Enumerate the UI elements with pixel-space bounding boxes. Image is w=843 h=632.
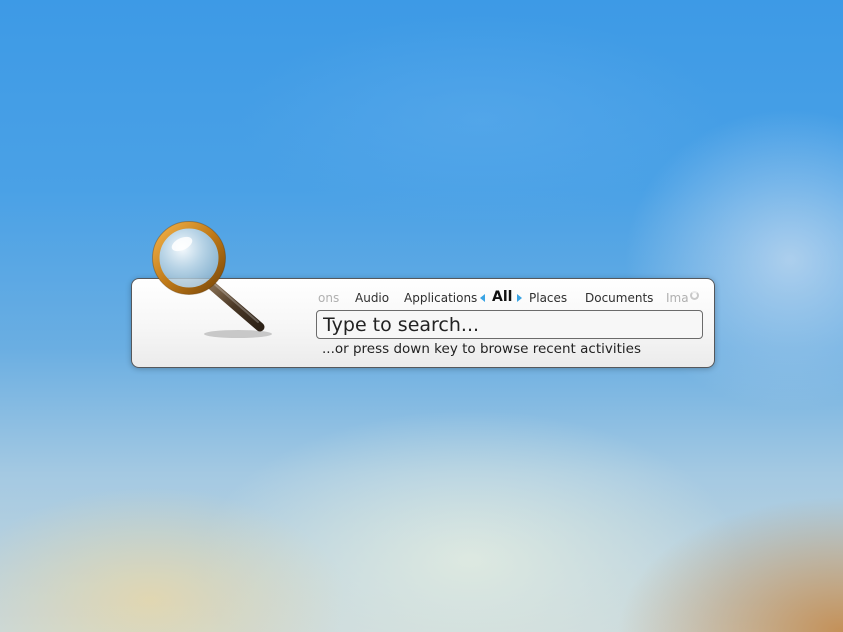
tab-ons[interactable]: ons (318, 291, 339, 305)
left-arrow-icon[interactable] (480, 294, 485, 302)
right-arrow-icon[interactable] (517, 294, 522, 302)
tab-applications[interactable]: Applications (404, 291, 477, 305)
tab-images[interactable]: Ima (666, 291, 689, 305)
tab-all[interactable]: All (492, 289, 512, 305)
tab-places[interactable]: Places (529, 291, 567, 305)
tab-audio[interactable]: Audio (355, 291, 389, 305)
spinner-icon (690, 291, 699, 300)
magnifier-icon (152, 221, 272, 338)
tab-documents[interactable]: Documents (585, 291, 653, 305)
category-tabs: ons Audio Applications All Places Docume… (316, 288, 706, 308)
search-input[interactable] (316, 310, 703, 339)
search-hint: ...or press down key to browse recent ac… (322, 341, 641, 357)
